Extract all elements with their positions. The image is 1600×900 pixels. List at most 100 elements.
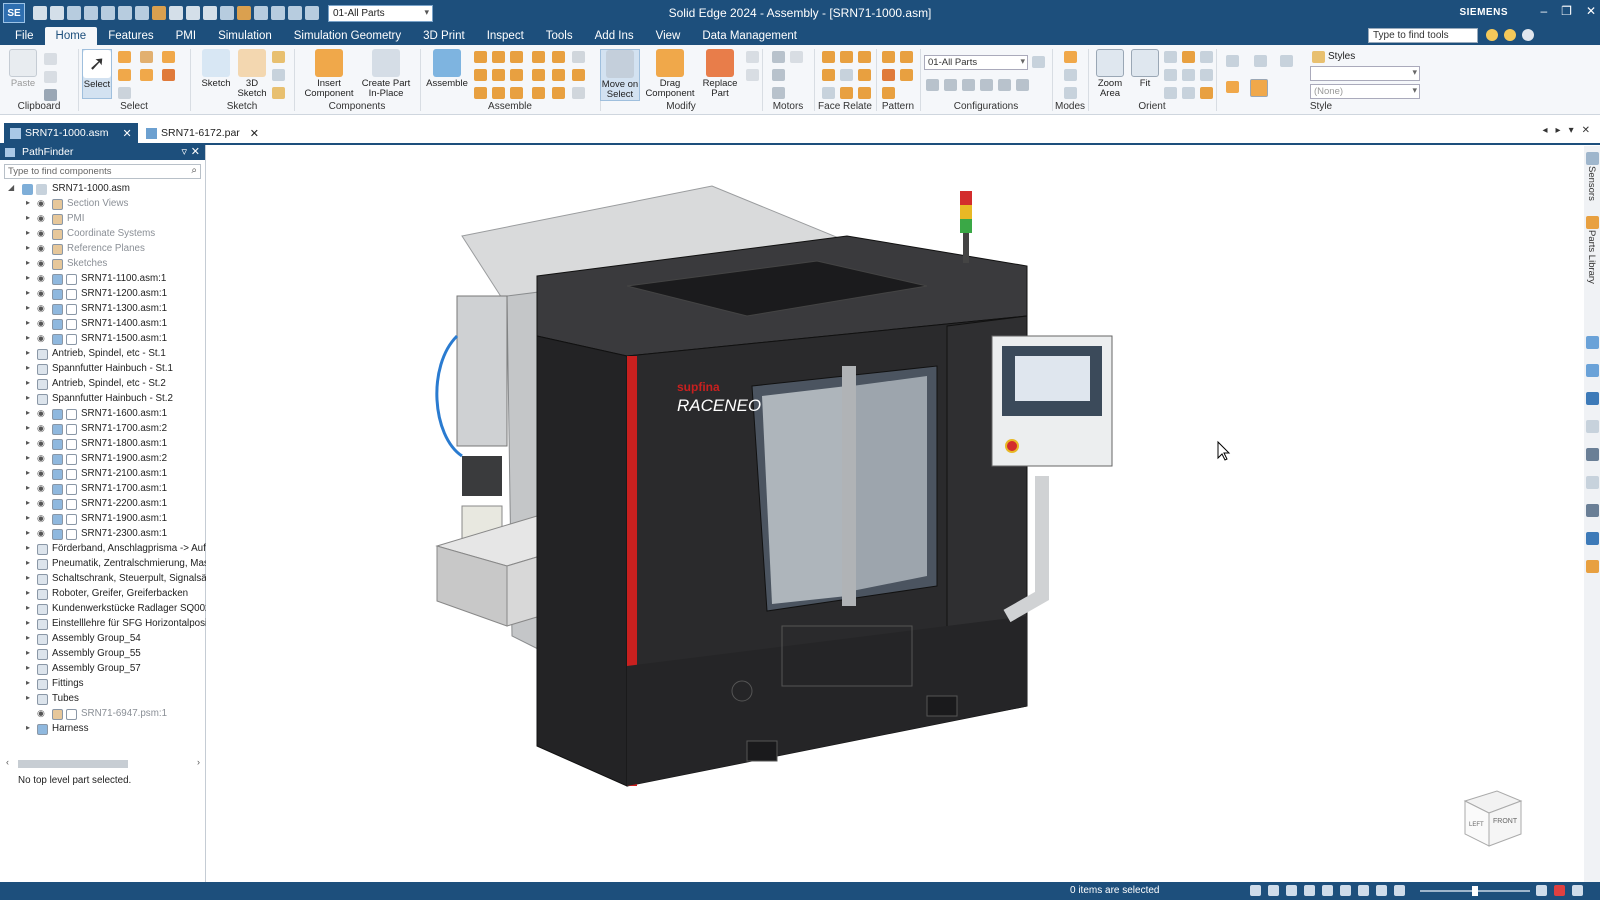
tree-item[interactable]: ▸ ◉ Sketches xyxy=(0,257,206,272)
expand-icon[interactable]: ▸ xyxy=(26,333,30,342)
tab-file[interactable]: File xyxy=(4,27,45,45)
record-icon[interactable] xyxy=(1554,885,1565,896)
ground-icon[interactable] xyxy=(510,87,523,99)
minimize-button[interactable]: – xyxy=(1540,4,1547,18)
status-tool-4-icon[interactable] xyxy=(1304,885,1315,896)
tree-item[interactable]: ▸ Tubes xyxy=(0,692,206,707)
tree-item[interactable]: ▸ ◉ SRN71-1300.asm:1 xyxy=(0,302,206,317)
tree-item[interactable]: ▸ ◉ Coordinate Systems xyxy=(0,227,206,242)
status-tool-1-icon[interactable] xyxy=(1250,885,1261,896)
dock-tool-1-icon[interactable] xyxy=(1586,336,1599,349)
component-icon[interactable] xyxy=(152,6,166,20)
3d-sketch-button[interactable]: 3D Sketch xyxy=(236,49,268,99)
show-icon[interactable] xyxy=(254,6,268,20)
quick-pick-icon[interactable] xyxy=(140,51,153,63)
expand-icon[interactable]: ▸ xyxy=(26,543,30,552)
view-orient-1-icon[interactable] xyxy=(1164,69,1177,81)
box-select-icon[interactable] xyxy=(118,87,131,99)
tree-item[interactable]: ▸ ◉ Reference Planes xyxy=(0,242,206,257)
view-orient-3-icon[interactable] xyxy=(1200,69,1213,81)
expand-icon[interactable]: ▸ xyxy=(26,573,30,582)
tab-inspect[interactable]: Inspect xyxy=(476,27,535,45)
save-as-icon[interactable] xyxy=(84,6,98,20)
tree-item[interactable]: ▸ Assembly Group_57 xyxy=(0,662,206,677)
tab-3d-print[interactable]: 3D Print xyxy=(412,27,476,45)
format-painter-icon[interactable] xyxy=(44,89,57,101)
dock-tool-2-icon[interactable] xyxy=(1586,364,1599,377)
tab-home[interactable]: Home xyxy=(44,27,98,45)
tree-item[interactable]: ▸ ◉ SRN71-1700.asm:1 xyxy=(0,482,206,497)
new-file-icon[interactable] xyxy=(33,6,47,20)
visibility-icon[interactable]: ◉ xyxy=(37,528,45,539)
scroll-right-icon[interactable]: › xyxy=(197,757,200,767)
rigid-set-icon[interactable] xyxy=(572,69,585,81)
doc-tab-part[interactable]: SRN71-6172.par ✕ xyxy=(140,123,265,143)
tree-item[interactable]: ▸ Roboter, Greifer, Greiferbacken xyxy=(0,587,206,602)
pattern-3-icon[interactable] xyxy=(882,87,895,99)
visibility-icon[interactable]: ◉ xyxy=(37,333,45,344)
expand-icon[interactable]: ▸ xyxy=(26,288,30,297)
tree-item[interactable]: ▸ Einstelllehre für SFG Horizontalposit xyxy=(0,617,206,632)
tree-item[interactable]: ▸ Kundenwerkstücke Radlager SQ002 xyxy=(0,602,206,617)
show-only-icon[interactable] xyxy=(288,6,302,20)
tree-item[interactable]: ▸ ◉ SRN71-1900.asm:2 xyxy=(0,452,206,467)
expand-icon[interactable]: ▸ xyxy=(26,258,30,267)
cut-icon[interactable] xyxy=(44,53,57,65)
feedback-sad-icon[interactable] xyxy=(1504,29,1516,41)
close-tab-icon[interactable]: ✕ xyxy=(122,127,131,140)
restore-button[interactable]: ❐ xyxy=(1561,4,1572,18)
visibility-icon[interactable]: ◉ xyxy=(37,408,45,419)
tree-item[interactable]: ▸ ◉ SRN71-2200.asm:1 xyxy=(0,497,206,512)
save-icon[interactable] xyxy=(67,6,81,20)
expand-icon[interactable]: ▸ xyxy=(26,378,30,387)
tab-pmi[interactable]: PMI xyxy=(165,27,207,45)
style-view-3-icon[interactable] xyxy=(1280,55,1293,67)
expand-icon[interactable]: ▸ xyxy=(26,498,30,507)
tab-view[interactable]: View xyxy=(645,27,692,45)
expand-icon[interactable]: ▸ xyxy=(26,408,30,417)
expand-icon[interactable]: ▸ xyxy=(26,723,30,732)
expand-icon[interactable]: ▸ xyxy=(26,693,30,702)
expand-icon[interactable]: ▸ xyxy=(26,318,30,327)
modify-tool-1-icon[interactable] xyxy=(746,51,759,63)
visibility-icon[interactable]: ◉ xyxy=(37,318,45,329)
view-orient-4-icon[interactable] xyxy=(1164,87,1177,99)
close-tab-icon[interactable]: ✕ xyxy=(250,127,259,140)
tab-next-icon[interactable]: ▸ xyxy=(1556,125,1561,136)
status-tool-7-icon[interactable] xyxy=(1358,885,1369,896)
app-logo[interactable]: SE xyxy=(3,3,25,23)
tree-item[interactable]: ▸ ◉ SRN71-2100.asm:1 xyxy=(0,467,206,482)
axial-align-icon[interactable] xyxy=(510,51,523,63)
visibility-icon[interactable]: ◉ xyxy=(37,273,45,284)
expand-icon[interactable]: ▸ xyxy=(26,633,30,642)
match-cs-icon[interactable] xyxy=(552,69,565,81)
drag-component-button[interactable]: Drag Component xyxy=(642,49,698,99)
shaded-edges-icon[interactable] xyxy=(1250,79,1268,97)
insert-relation-icon[interactable] xyxy=(532,51,545,63)
view-cube[interactable]: LEFT FRONT xyxy=(1463,790,1523,847)
tree-item[interactable]: ▸ Schaltschrank, Steuerpult, Signalsäu xyxy=(0,572,206,587)
selection-mode-icon[interactable] xyxy=(162,51,175,63)
open-file-icon[interactable] xyxy=(50,6,64,20)
config-tool-2-icon[interactable] xyxy=(944,79,957,91)
face-relate-5-icon[interactable] xyxy=(840,69,853,81)
doc-tab-assembly[interactable]: SRN71-1000.asm ✕ xyxy=(4,123,138,143)
move-on-select-button[interactable]: Move on Select xyxy=(600,49,640,101)
zoom-icon[interactable] xyxy=(1164,51,1177,63)
assemble-button[interactable]: Assemble xyxy=(424,49,470,89)
cam-icon[interactable] xyxy=(492,69,505,81)
tree-item[interactable]: ▸ Antrieb, Spindel, etc - St.1 xyxy=(0,347,206,362)
copy-icon[interactable] xyxy=(44,71,57,83)
sketch-tool-3-icon[interactable] xyxy=(272,87,285,99)
visibility-icon[interactable]: ◉ xyxy=(37,513,45,524)
component-search-input[interactable]: Type to find components ⌕ xyxy=(4,164,201,179)
close-all-icon[interactable]: ✕ xyxy=(1582,125,1590,136)
face-relate-2-icon[interactable] xyxy=(840,51,853,63)
visibility-icon[interactable]: ◉ xyxy=(37,468,45,479)
redo-icon[interactable] xyxy=(118,6,132,20)
parallel-icon[interactable] xyxy=(510,69,523,81)
config-icon[interactable] xyxy=(305,6,319,20)
expand-icon[interactable]: ▸ xyxy=(26,663,30,672)
tree-item[interactable]: ▸ Pneumatik, Zentralschmierung, Mas xyxy=(0,557,206,572)
visibility-icon[interactable]: ◉ xyxy=(37,498,45,509)
